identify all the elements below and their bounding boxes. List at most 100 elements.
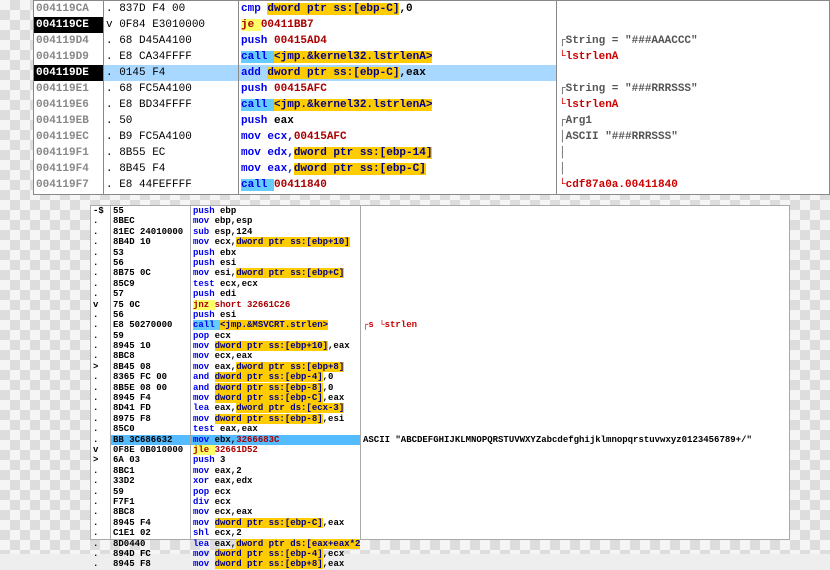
asm-cell[interactable]: mov ecx,dword ptr ss:[ebp+10] (191, 237, 360, 247)
asm-cell[interactable]: mov dword ptr ss:[ebp+10],eax (191, 341, 360, 351)
asm-cell[interactable]: test ecx,ecx (191, 279, 360, 289)
disassembly-pane-top[interactable]: 004119CA004119CE004119D4004119D9004119DE… (33, 0, 830, 195)
mark-cell: v (91, 445, 110, 455)
comment-cell (361, 518, 789, 528)
hex-cell: 8D0440 (111, 539, 190, 549)
hex-cell: 56 (111, 258, 190, 268)
asm-cell[interactable]: push 00415AD4 (239, 33, 556, 49)
asm-cell[interactable]: mov dword ptr ss:[ebp-4],ecx (191, 549, 360, 559)
hex-cell: v 0F84 E3010000 (104, 17, 238, 33)
hex-cell: 8975 F8 (111, 414, 190, 424)
mark-cell: . (91, 383, 110, 393)
mark-cell: . (91, 372, 110, 382)
asm-cell[interactable]: mov eax,dword ptr ss:[ebp-C] (239, 161, 556, 177)
disassembly-pane-bottom[interactable]: -$........v.....>.......v>.......... 558… (90, 205, 790, 540)
asm-cell[interactable]: call <jmp.&kernel32.lstrlenA> (239, 97, 556, 113)
asm-cell[interactable]: mov edx,dword ptr ss:[ebp-14] (239, 145, 556, 161)
asm-cell[interactable]: and dword ptr ss:[ebp-4],0 (191, 372, 360, 382)
mark-cell: . (91, 403, 110, 413)
hex-cell: . 68 FC5A4100 (104, 81, 238, 97)
hex-cell: BB 3C686632 (111, 435, 190, 445)
asm-cell[interactable]: cmp dword ptr ss:[ebp-C],0 (239, 1, 556, 17)
hex-cell: 33D2 (111, 476, 190, 486)
mark-cell: . (91, 466, 110, 476)
comment-cell (361, 206, 789, 216)
address-cell[interactable]: 004119CA (34, 1, 103, 17)
asm-cell[interactable]: mov dword ptr ss:[ebp-C],eax (191, 518, 360, 528)
asm-cell[interactable]: mov ecx,eax (191, 351, 360, 361)
address-cell[interactable]: 004119D4 (34, 33, 103, 49)
asm-cell[interactable]: pop ecx (191, 487, 360, 497)
hex-cell: 59 (111, 331, 190, 341)
address-cell[interactable]: 004119D9 (34, 49, 103, 65)
asm-cell[interactable]: push 00415AFC (239, 81, 556, 97)
hex-cell: F7F1 (111, 497, 190, 507)
comment-cell (361, 268, 789, 278)
hex-cell: . E8 44FEFFFF (104, 177, 238, 193)
asm-cell[interactable]: call 00411840 (239, 177, 556, 193)
address-cell[interactable]: 004119F1 (34, 145, 103, 161)
address-cell[interactable]: 004119E1 (34, 81, 103, 97)
mark-column: -$........v.....>.......v>.......... (91, 206, 111, 539)
asm-cell[interactable]: mov dword ptr ss:[ebp-8],esi (191, 414, 360, 424)
asm-cell[interactable]: div ecx (191, 497, 360, 507)
hex-cell: . 837D F4 00 (104, 1, 238, 17)
asm-cell[interactable]: mov ebp,esp (191, 216, 360, 226)
asm-cell[interactable]: and dword ptr ss:[ebp-8],0 (191, 383, 360, 393)
hex-cell: 8945 F8 (111, 559, 190, 569)
asm-cell[interactable]: jnz short 32661C26 (191, 300, 360, 310)
asm-cell[interactable]: push esi (191, 258, 360, 268)
mark-cell: . (91, 414, 110, 424)
asm-cell[interactable]: shl ecx,2 (191, 528, 360, 538)
comment-cell: ┌String = "###AAACCC" (557, 33, 829, 49)
asm-cell[interactable]: mov ecx,eax (191, 507, 360, 517)
address-cell[interactable]: 004119E6 (34, 97, 103, 113)
asm-cell[interactable]: call <jmp.&kernel32.lstrlenA> (239, 49, 556, 65)
hex-cell: 8BC8 (111, 351, 190, 361)
hex-cell: 8945 F4 (111, 518, 190, 528)
mark-cell: . (91, 331, 110, 341)
mark-cell: . (91, 351, 110, 361)
asm-cell[interactable]: mov ebx,3266683C (191, 435, 360, 445)
asm-cell[interactable]: mov eax,2 (191, 466, 360, 476)
mark-cell: v (91, 300, 110, 310)
comment-cell (361, 310, 789, 320)
comment-cell (361, 487, 789, 497)
comment-cell: ASCII "ABCDEFGHIJKLMNOPQRSTUVWXYZabcdefg… (361, 435, 789, 445)
asm-cell[interactable]: add dword ptr ss:[ebp-C],eax (239, 65, 556, 81)
asm-cell[interactable]: mov ecx,00415AFC (239, 129, 556, 145)
mark-cell: . (91, 393, 110, 403)
hex-cell: C1E1 02 (111, 528, 190, 538)
asm-cell[interactable]: jle 32661D52 (191, 445, 360, 455)
asm-cell[interactable]: sub esp,124 (191, 227, 360, 237)
asm-cell[interactable]: push eax (239, 113, 556, 129)
address-cell[interactable]: 004119F4 (34, 161, 103, 177)
asm-cell[interactable]: je 00411BB7 (239, 17, 556, 33)
asm-cell[interactable]: mov dword ptr ss:[ebp-C],eax (191, 393, 360, 403)
address-cell[interactable]: 004119EC (34, 129, 103, 145)
asm-cell[interactable]: call <jmp.&MSVCRT.strlen> (191, 320, 360, 330)
address-cell[interactable]: 004119F7 (34, 177, 103, 193)
hex-cell: . 68 D45A4100 (104, 33, 238, 49)
asm-cell[interactable]: mov esi,dword ptr ss:[ebp+C] (191, 268, 360, 278)
hex-cell: 8BC1 (111, 466, 190, 476)
asm-cell[interactable]: mov dword ptr ss:[ebp+8],eax (191, 559, 360, 569)
asm-cell[interactable]: mov eax,dword ptr ss:[ebp+8] (191, 362, 360, 372)
asm-cell[interactable]: push ebx (191, 248, 360, 258)
hex-cell: 8BC8 (111, 507, 190, 517)
asm-cell[interactable]: lea eax,dword ptr ds:[eax+eax*2] (191, 539, 360, 549)
address-cell[interactable]: 004119EB (34, 113, 103, 129)
asm-cell[interactable]: push edi (191, 289, 360, 299)
address-cell[interactable]: 004119DE (34, 65, 103, 81)
asm-cell[interactable]: push 3 (191, 455, 360, 465)
mark-cell: . (91, 559, 110, 569)
hex-cell: . E8 CA34FFFF (104, 49, 238, 65)
asm-cell[interactable]: xor eax,edx (191, 476, 360, 486)
asm-cell[interactable]: lea eax,dword ptr ds:[ecx-3] (191, 403, 360, 413)
address-cell[interactable]: 004119CE (34, 17, 103, 33)
asm-cell[interactable]: test eax,eax (191, 424, 360, 434)
asm-cell[interactable]: push esi (191, 310, 360, 320)
asm-cell[interactable]: push ebp (191, 206, 360, 216)
comment-cell (361, 393, 789, 403)
asm-cell[interactable]: pop ecx (191, 331, 360, 341)
